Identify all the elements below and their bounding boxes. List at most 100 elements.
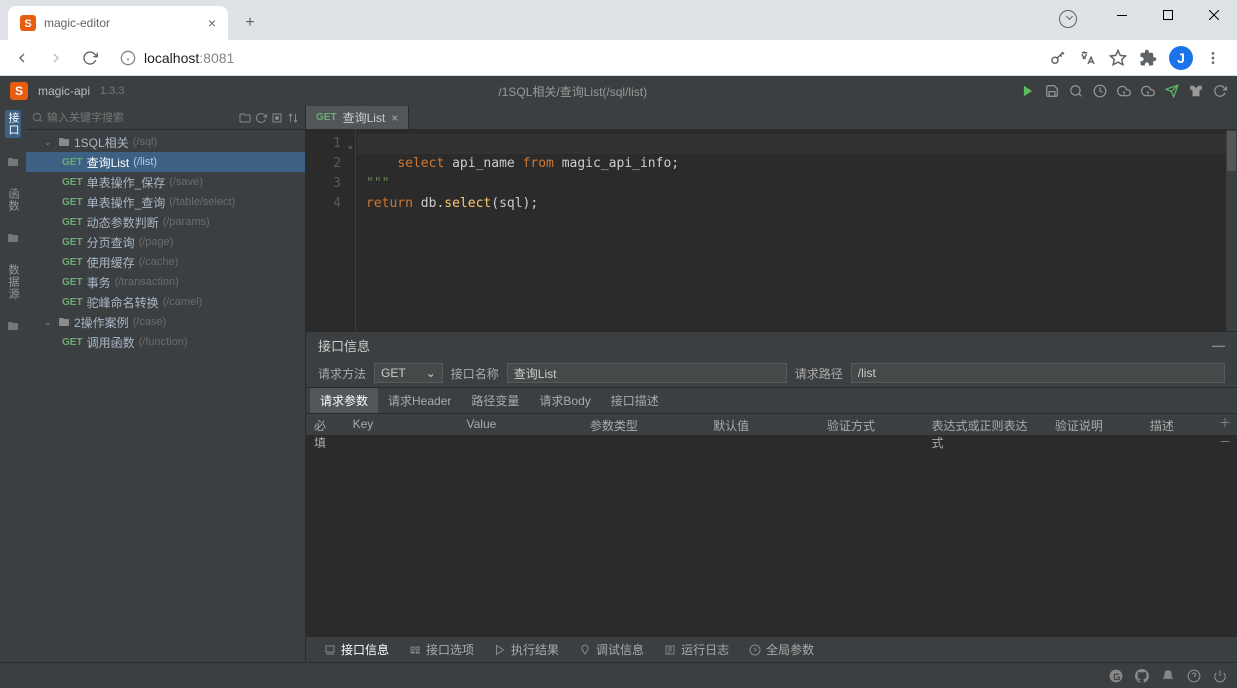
status-tab-icon	[579, 644, 591, 656]
status-tab[interactable]: 全局参数	[741, 638, 822, 661]
history-button[interactable]	[1093, 84, 1107, 98]
status-tab-label: 接口选项	[426, 641, 474, 658]
window-maximize-button[interactable]	[1145, 0, 1191, 30]
tree-api-item[interactable]: GET 分页查询(/page)	[26, 232, 305, 252]
status-tab[interactable]: 接口选项	[401, 638, 482, 661]
left-rail: 接口 函数 数据源	[0, 106, 26, 662]
param-tab[interactable]: 请求Body	[529, 388, 600, 413]
sort-icon[interactable]	[287, 112, 299, 124]
fold-icon[interactable]: ⌄	[348, 136, 353, 156]
refresh-tree-icon[interactable]	[255, 112, 267, 124]
browser-menu-icon[interactable]	[1205, 50, 1221, 66]
status-tab[interactable]: 接口信息	[316, 638, 397, 661]
chevron-down-icon: ⌄	[426, 366, 436, 380]
editor-tabs: GET 查询List ×	[306, 106, 1237, 130]
api-tree: ⌄1SQL相关(/sql)GET 查询List(/list)GET 单表操作_保…	[26, 130, 305, 662]
search-input[interactable]	[47, 112, 235, 124]
add-row-icon[interactable]: ＋	[1219, 414, 1231, 431]
column-header: 验证说明	[1047, 414, 1142, 435]
profile-avatar[interactable]: J	[1169, 46, 1193, 70]
name-label: 接口名称	[451, 365, 499, 382]
run-button[interactable]	[1021, 84, 1035, 98]
param-tab[interactable]: 请求Header	[378, 388, 461, 413]
param-tab[interactable]: 接口描述	[601, 388, 669, 413]
method-select[interactable]: GET ⌄	[374, 363, 443, 383]
tree-api-item[interactable]: GET 动态参数判断(/params)	[26, 212, 305, 232]
help-icon[interactable]	[1187, 669, 1201, 683]
refresh-button[interactable]	[1213, 84, 1227, 98]
code-content[interactable]: var sql = """ select api_name from magic…	[356, 130, 1237, 331]
tab-close-icon[interactable]: ×	[208, 15, 216, 31]
chevron-down-icon: ⌄	[44, 137, 54, 148]
back-button[interactable]	[8, 44, 36, 72]
send-button[interactable]	[1165, 84, 1179, 98]
rail-folder-icon	[7, 156, 19, 168]
code-editor[interactable]: ⌄1234 var sql = """ select api_name from…	[306, 130, 1237, 331]
new-tab-button[interactable]: +	[236, 9, 264, 37]
account-indicator-icon[interactable]	[1059, 10, 1077, 28]
param-tab[interactable]: 路径变量	[461, 388, 529, 413]
tree-api-item[interactable]: GET 单表操作_保存(/save)	[26, 172, 305, 192]
new-folder-icon[interactable]	[239, 112, 251, 124]
node-label: 单表操作_保存	[87, 174, 166, 191]
status-tab-icon	[749, 644, 761, 656]
param-table-body[interactable]	[306, 435, 1237, 636]
address-bar[interactable]: localhost:8081	[110, 44, 1043, 72]
status-tab[interactable]: 调试信息	[571, 638, 652, 661]
rail-function-tab[interactable]: 函数	[5, 186, 21, 214]
status-tab-label: 全局参数	[766, 641, 814, 658]
locate-icon[interactable]	[271, 112, 283, 124]
cloud-download-button[interactable]	[1141, 84, 1155, 98]
tab-method: GET	[316, 112, 337, 123]
node-label: 查询List	[87, 154, 130, 171]
power-icon[interactable]	[1213, 669, 1227, 683]
browser-tab[interactable]: S magic-editor ×	[8, 6, 228, 40]
tree-api-item[interactable]: GET 单表操作_查询(/table/select)	[26, 192, 305, 212]
sidebar-search	[26, 106, 305, 130]
scrollbar-thumb[interactable]	[1227, 131, 1236, 171]
skin-button[interactable]	[1189, 84, 1203, 98]
save-button[interactable]	[1045, 84, 1059, 98]
tree-folder[interactable]: ⌄1SQL相关(/sql)	[26, 132, 305, 152]
cloud-upload-button[interactable]	[1117, 84, 1131, 98]
translate-icon[interactable]	[1079, 49, 1097, 67]
github-icon[interactable]	[1135, 669, 1149, 683]
tree-api-item[interactable]: GET 使用缓存(/cache)	[26, 252, 305, 272]
remove-row-icon[interactable]: －	[1219, 433, 1231, 450]
param-tab[interactable]: 请求参数	[310, 388, 378, 413]
tree-api-item[interactable]: GET 事务(/transaction)	[26, 272, 305, 292]
window-minimize-button[interactable]	[1099, 0, 1145, 30]
reload-button[interactable]	[76, 44, 104, 72]
vertical-scrollbar[interactable]	[1226, 130, 1237, 331]
search-button[interactable]	[1069, 84, 1083, 98]
gitee-icon[interactable]	[1109, 669, 1123, 683]
node-path: (/table/select)	[169, 196, 235, 208]
forward-button[interactable]	[42, 44, 70, 72]
panel-title-bar: 接口信息 —	[306, 331, 1237, 359]
bookmark-star-icon[interactable]	[1109, 49, 1127, 67]
api-path-input[interactable]	[851, 363, 1225, 383]
window-close-button[interactable]	[1191, 0, 1237, 30]
tree-api-item[interactable]: GET 调用函数(/function)	[26, 332, 305, 352]
key-icon[interactable]	[1049, 49, 1067, 67]
tab-close-icon[interactable]: ×	[391, 111, 398, 125]
extensions-icon[interactable]	[1139, 49, 1157, 67]
tree-api-item[interactable]: GET 驼峰命名转换(/camel)	[26, 292, 305, 312]
api-name-input[interactable]	[507, 363, 787, 383]
notification-icon[interactable]	[1161, 669, 1175, 683]
editor-tab[interactable]: GET 查询List ×	[306, 106, 409, 129]
rail-folder-icon-3	[7, 320, 19, 332]
status-tab[interactable]: 运行日志	[656, 638, 737, 661]
tree-api-item[interactable]: GET 查询List(/list)	[26, 152, 305, 172]
rail-datasource-tab[interactable]: 数据源	[5, 262, 21, 302]
tree-folder[interactable]: ⌄2操作案例(/case)	[26, 312, 305, 332]
panel-minimize-icon[interactable]: —	[1212, 338, 1225, 353]
node-path: (/transaction)	[115, 276, 179, 288]
api-form: 请求方法 GET ⌄ 接口名称 请求路径	[306, 359, 1237, 387]
node-label: 2操作案例	[74, 314, 129, 331]
rail-api-tab[interactable]: 接口	[5, 110, 21, 138]
site-info-icon[interactable]	[120, 50, 136, 66]
status-tab[interactable]: 执行结果	[486, 638, 567, 661]
rail-folder-icon-2	[7, 232, 19, 244]
node-path: (/list)	[133, 156, 157, 168]
